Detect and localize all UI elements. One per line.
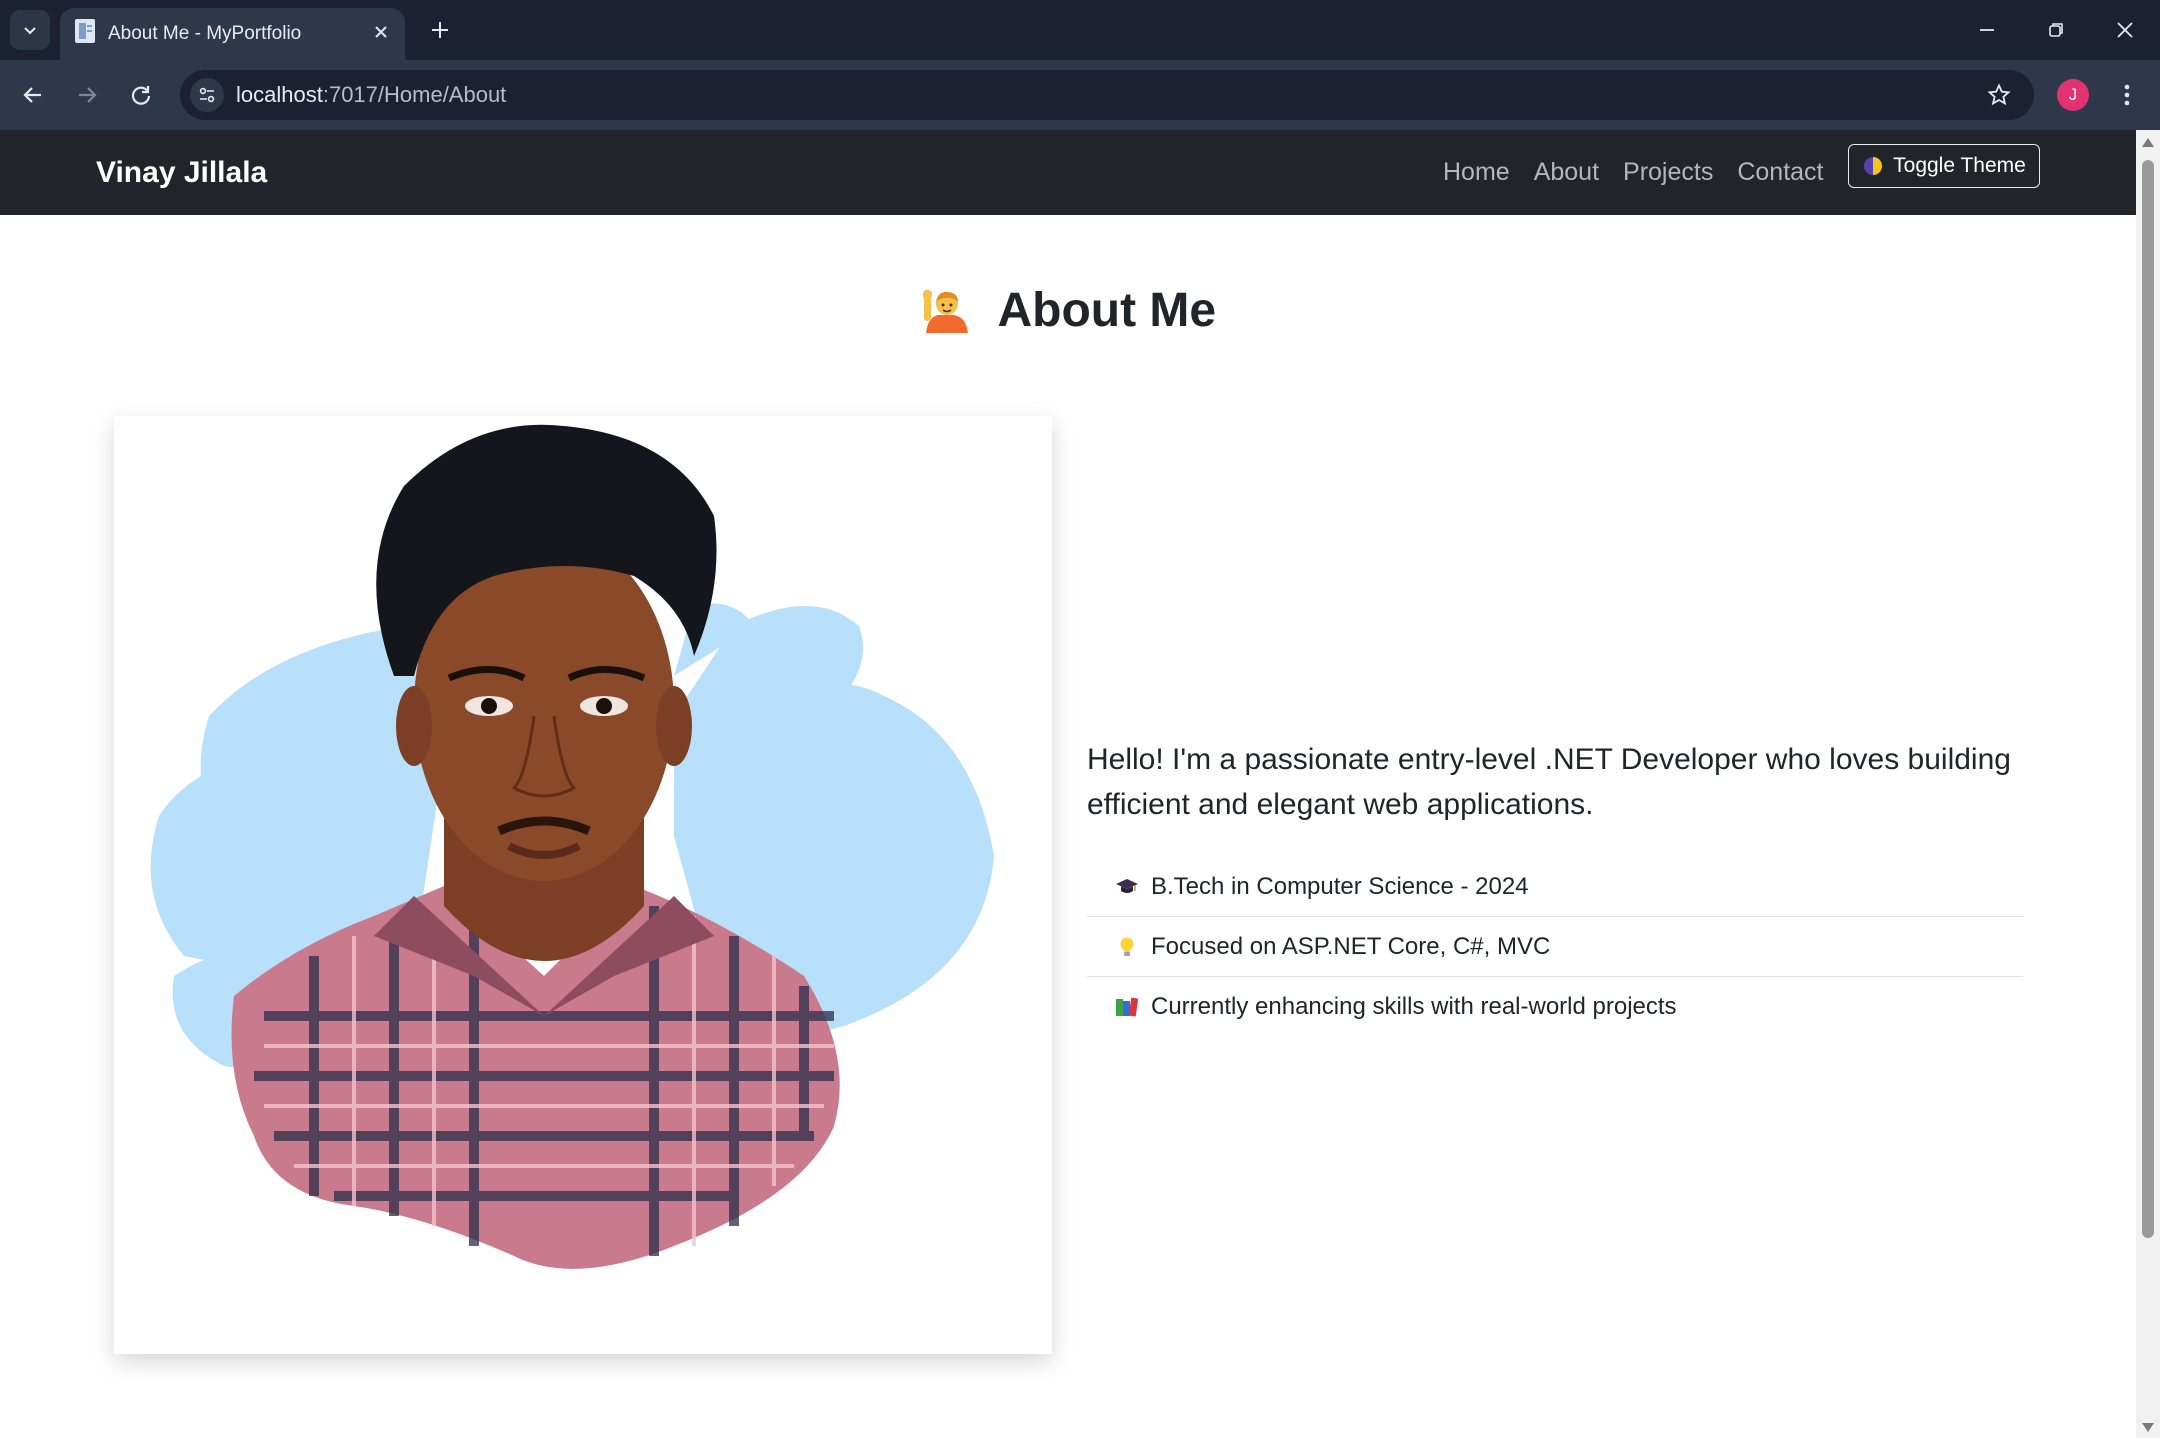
url-text: localhost:7017/Home/About <box>236 82 506 108</box>
browser-menu-button[interactable] <box>2112 76 2142 114</box>
list-item: B.Tech in Computer Science - 2024 <box>1087 857 2023 917</box>
scroll-down-arrow-icon[interactable] <box>2142 1423 2154 1432</box>
minimize-button[interactable] <box>1962 10 2012 50</box>
plus-icon <box>432 22 448 38</box>
arrow-right-icon <box>79 87 97 103</box>
page-title-text: About Me <box>997 284 1217 337</box>
close-window-button[interactable] <box>2100 10 2150 50</box>
intro-paragraph: Hello! I'm a passionate entry-level .NET… <box>1087 743 2011 821</box>
tab-search-button[interactable] <box>10 10 50 50</box>
scroll-up-arrow-icon[interactable] <box>2142 138 2154 147</box>
close-icon <box>375 26 387 38</box>
tab-title: About Me - MyPortfolio <box>108 23 302 44</box>
site-info-button[interactable] <box>190 78 224 112</box>
page-scrollbar[interactable] <box>2136 130 2160 1438</box>
scroll-thumb[interactable] <box>2142 160 2154 1238</box>
reload-icon <box>131 86 151 105</box>
reload-button[interactable] <box>121 75 161 115</box>
profile-photo-card <box>114 416 1052 1354</box>
nav-projects-link[interactable]: Projects <box>1623 158 1713 187</box>
back-button[interactable] <box>13 75 53 115</box>
list-item: Focused on ASP.NET Core, C#, MVC <box>1087 917 2023 977</box>
url-host: localhost <box>236 82 323 107</box>
browser-toolbar: localhost:7017/Home/About <box>0 60 2160 130</box>
graduation-cap-icon <box>1113 873 1141 901</box>
half-moon-icon <box>1864 157 1883 175</box>
active-tab[interactable]: About Me - MyPortfolio <box>60 8 405 60</box>
forward-button[interactable] <box>67 75 107 115</box>
chevron-down-icon <box>24 27 36 35</box>
restore-icon <box>2049 23 2063 37</box>
page-favicon-icon <box>75 19 95 43</box>
person-raising-hand-icon <box>922 290 968 334</box>
lightbulb-icon <box>1113 933 1141 961</box>
restore-button[interactable] <box>2031 10 2081 50</box>
bookmark-button[interactable] <box>1984 80 2014 110</box>
address-bar[interactable]: localhost:7017/Home/About <box>180 70 2034 120</box>
more-vertical-icon <box>2124 84 2130 106</box>
close-icon <box>2117 22 2133 38</box>
tune-icon <box>199 87 215 103</box>
fact-text: B.Tech in Computer Science - 2024 <box>1151 872 1529 900</box>
close-tab-button[interactable] <box>369 20 393 44</box>
new-tab-button[interactable] <box>424 14 456 46</box>
fact-text: Currently enhancing skills with real-wor… <box>1151 993 1677 1020</box>
nav-home-link[interactable]: Home <box>1443 158 1510 187</box>
url-path: :7017/Home/About <box>322 82 507 107</box>
nav-contact-link[interactable]: Contact <box>1737 158 1823 187</box>
list-item: Currently enhancing skills with real-wor… <box>1087 977 2023 1037</box>
minimize-icon <box>1980 29 1994 31</box>
site-brand[interactable]: Vinay Jillala <box>96 156 267 190</box>
nav-about-link[interactable]: About <box>1534 158 1599 187</box>
site-navbar: Vinay Jillala Home About Projects Contac… <box>0 130 2136 215</box>
facts-list: B.Tech in Computer Science - 2024 Focuse… <box>1087 857 2023 1037</box>
page-title: About Me <box>0 283 2136 339</box>
browser-tab-strip: About Me - MyPortfolio <box>0 0 2160 60</box>
star-icon <box>1987 83 2011 106</box>
about-content: Hello! I'm a passionate entry-level .NET… <box>1087 737 2023 1037</box>
profile-avatar[interactable]: J <box>2057 79 2089 111</box>
nav-links: Home About Projects Contact <box>1443 158 1848 187</box>
books-icon <box>1113 993 1141 1021</box>
arrow-left-icon <box>23 87 41 103</box>
profile-photo <box>150 424 994 1269</box>
toggle-theme-label: Toggle Theme <box>1893 154 2026 177</box>
fact-text: Focused on ASP.NET Core, C#, MVC <box>1151 932 1551 960</box>
toggle-theme-button[interactable]: Toggle Theme <box>1848 144 2040 188</box>
